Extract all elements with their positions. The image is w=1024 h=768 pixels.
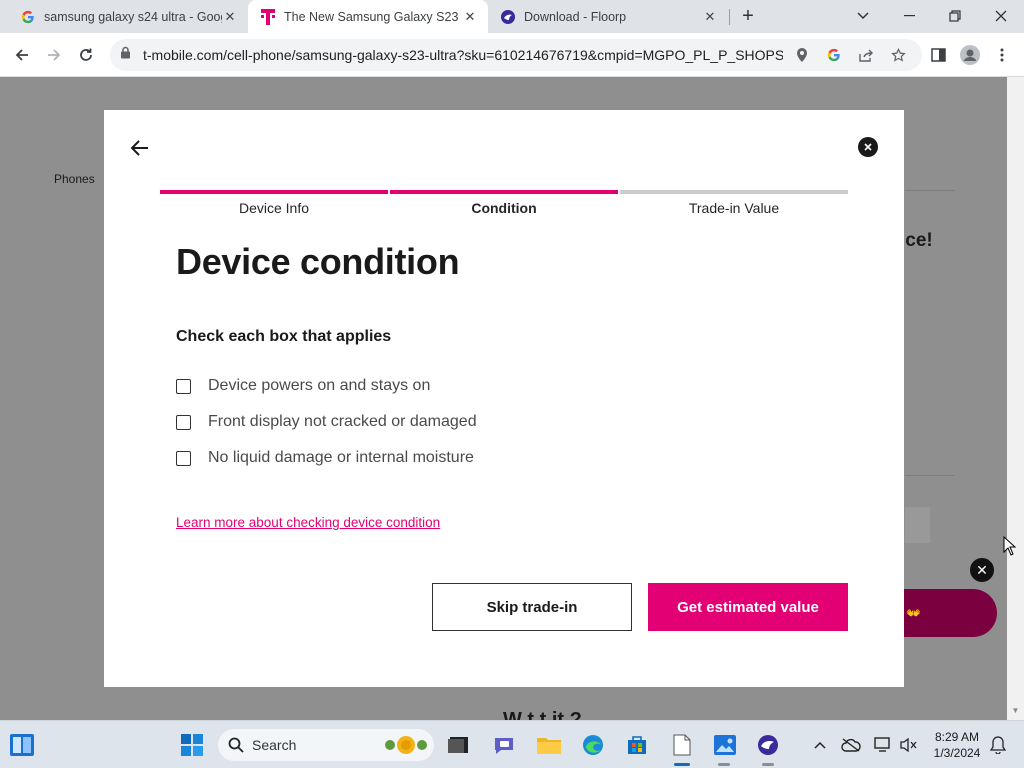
taskbar-clock[interactable]: 8:29 AM 1/3/2024 [926,729,988,761]
tab-search-icon[interactable] [851,4,875,28]
running-app-indicator [718,763,730,766]
edge-browser-icon[interactable] [581,733,605,757]
breadcrumb-phones-link[interactable]: Phones [54,172,95,186]
background-heading: ice! [900,230,933,251]
close-modal-icon[interactable] [858,137,878,157]
tmobile-t-icon [260,8,276,25]
notification-bell-icon[interactable] [988,735,1008,755]
address-bar[interactable]: t-mobile.com/cell-phone/samsung-galaxy-s… [110,39,922,71]
windows-taskbar: Search 8:29 AM 1/3/2024 [0,720,1024,768]
close-window-button[interactable] [989,4,1013,28]
tab-tmobile-galaxy[interactable]: The New Samsung Galaxy S23 Ul ✕ [248,0,488,33]
tab-google-search[interactable]: samsung galaxy s24 ultra - Goog ✕ [8,0,248,33]
forward-button[interactable] [42,43,66,67]
search-icon [228,737,244,753]
trade-in-modal: Device Info Condition Trade-in Value Dev… [104,110,904,687]
checkbox[interactable] [176,378,191,394]
condition-check-display[interactable]: Front display not cracked or damaged [176,412,477,432]
clock-date: 1/3/2024 [933,746,981,760]
task-view-icon[interactable] [446,733,470,757]
browser-toolbar: t-mobile.com/cell-phone/samsung-galaxy-s… [0,33,1024,77]
chat-close-icon[interactable]: ✕ [970,558,994,582]
instruction-text: Check each box that applies [176,328,392,345]
background-panel [905,507,930,543]
checkbox-label: Device powers on and stays on [208,377,431,394]
side-panel-icon[interactable] [928,45,948,65]
page-scrollbar[interactable]: ▼ [1007,77,1024,720]
step-label-device-info: Device Info [238,200,310,216]
step-label-trade-in-value: Trade-in Value [688,200,780,216]
close-tab-icon[interactable]: ✕ [222,9,238,25]
step-progress-condition [390,190,618,194]
tab-strip: samsung galaxy s24 ultra - Goog ✕ The Ne… [0,0,1024,33]
location-pin-icon[interactable] [794,47,810,63]
minimize-button[interactable] [897,4,921,28]
speaker-muted-icon[interactable] [899,735,919,755]
google-g-icon [20,9,36,25]
step-label-condition: Condition [471,200,537,216]
tab-title: samsung galaxy s24 ultra - Goog [44,9,222,24]
share-icon[interactable] [858,47,874,63]
condition-check-powers-on[interactable]: Device powers on and stays on [176,376,430,396]
scroll-down-arrow-icon[interactable]: ▼ [1007,706,1024,718]
learn-more-link[interactable]: Learn more about checking device conditi… [176,515,440,530]
widgets-icon[interactable] [10,733,34,757]
new-tab-button[interactable]: + [738,6,758,26]
chat-launcher-button[interactable]: 👐 [900,589,997,637]
floorp-icon [500,9,516,25]
tab-separator [729,9,730,25]
back-button[interactable] [10,43,34,67]
get-estimated-value-button[interactable]: Get estimated value [648,583,848,631]
windows-start-icon[interactable] [180,733,204,757]
notepad-file-icon[interactable] [670,733,694,757]
floorp-taskbar-icon[interactable] [756,733,780,757]
divider [905,475,955,476]
clock-time: 8:29 AM [934,730,980,744]
skip-trade-in-button[interactable]: Skip trade-in [432,583,632,631]
step-progress-trade-in-value [620,190,848,194]
close-tab-icon[interactable]: ✕ [702,9,718,25]
display-icon[interactable] [873,735,893,755]
search-highlight-icon [382,733,430,762]
photos-icon[interactable] [713,733,737,757]
checkbox-label: Front display not cracked or damaged [208,413,477,430]
teams-chat-icon[interactable] [492,733,516,757]
modal-title: Device condition [176,241,460,282]
file-explorer-icon[interactable] [537,733,561,757]
reload-button[interactable] [74,43,98,67]
checkbox[interactable] [176,450,191,466]
checkbox[interactable] [176,414,191,430]
step-progress-device-info [160,190,388,194]
chat-emoji-icon: 👐 [906,606,921,620]
mouse-cursor-icon [1003,536,1017,556]
tab-floorp-download[interactable]: Download - Floorp ✕ [488,0,728,33]
microsoft-store-icon[interactable] [625,733,649,757]
condition-check-liquid[interactable]: No liquid damage or internal moisture [176,448,474,468]
tab-title: The New Samsung Galaxy S23 Ul [284,9,462,24]
tab-title: Download - Floorp [524,9,627,24]
bookmark-star-icon[interactable] [890,47,906,63]
taskbar-search[interactable]: Search [218,729,434,761]
url-text: t-mobile.com/cell-phone/samsung-galaxy-s… [143,47,783,63]
divider [905,190,955,191]
back-arrow-icon[interactable] [130,138,150,158]
checkbox-label: No liquid damage or internal moisture [208,449,474,466]
lock-icon[interactable] [120,46,131,64]
restore-button[interactable] [943,4,967,28]
chevron-up-icon[interactable] [810,735,830,755]
google-lens-icon[interactable] [826,47,842,63]
kebab-menu-icon[interactable] [992,45,1012,65]
profile-avatar-icon[interactable] [960,45,980,65]
search-label: Search [252,737,297,753]
active-app-indicator [674,763,690,766]
onedrive-cloud-icon[interactable] [841,735,861,755]
close-tab-icon[interactable]: ✕ [462,9,478,25]
background-section-heading: W t t it ? [503,709,582,720]
running-app-indicator [762,763,774,766]
